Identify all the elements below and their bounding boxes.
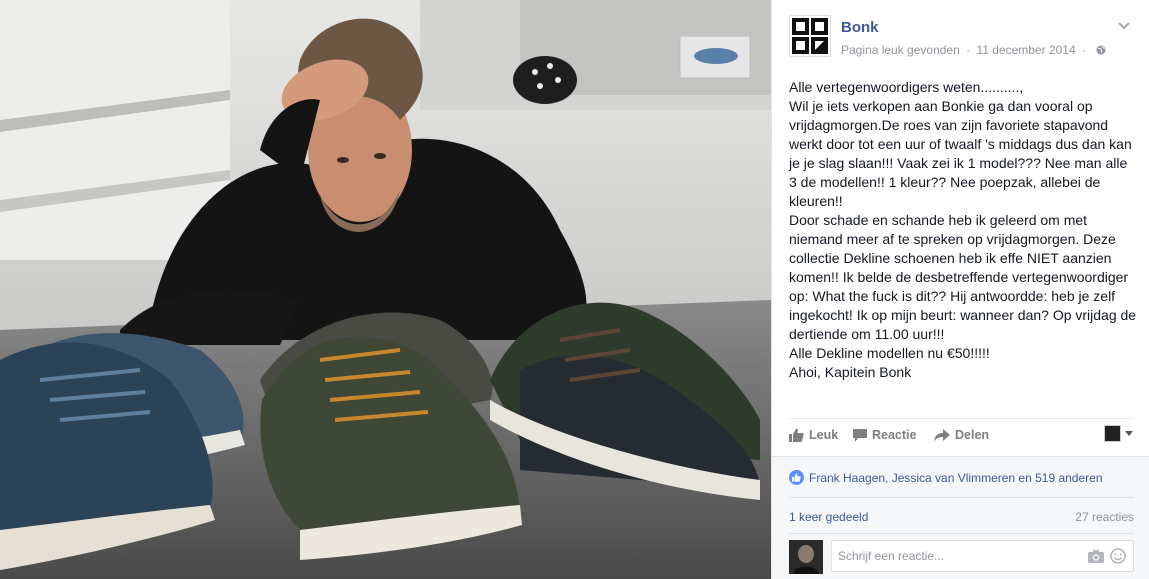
post-date-link[interactable]: 11 december 2014 (976, 43, 1075, 57)
post-as-selector[interactable] (1104, 424, 1134, 442)
share-label: Delen (955, 428, 990, 442)
post-paragraph: Alle vertegenwoordigers weten.........., (789, 79, 1024, 95)
photo-viewer: Bonk Pagina leuk gevonden · 11 december … (0, 0, 1149, 579)
globe-icon[interactable] (1096, 45, 1106, 55)
page-name-link[interactable]: Bonk (841, 19, 879, 36)
divider (789, 497, 1134, 498)
camera-icon[interactable] (1088, 549, 1104, 563)
post-paragraph: Door schade en schande heb ik geleerd om… (789, 212, 1137, 342)
divider (789, 533, 1134, 534)
emoji-icon[interactable] (1110, 548, 1126, 564)
bonk-logo-icon (790, 16, 830, 56)
comment-composer (789, 540, 1134, 574)
likers-text: Frank Haagen, Jessica van Vlimmeren en 5… (809, 470, 1103, 485)
feedback-section: Frank Haagen, Jessica van Vlimmeren en 5… (772, 456, 1149, 579)
post-paragraph: Alle Dekline modellen nu €50!!!!! (789, 345, 990, 361)
post-panel: Bonk Pagina leuk gevonden · 11 december … (771, 0, 1149, 579)
like-button[interactable]: Leuk (789, 428, 838, 442)
like-badge-icon (789, 470, 804, 485)
comments-count-link[interactable]: 27 reacties (1075, 510, 1134, 524)
viewer-avatar (1104, 424, 1121, 442)
meta-action: Pagina leuk gevonden (841, 43, 960, 57)
post-photo[interactable] (0, 0, 771, 579)
share-button[interactable]: Delen (934, 428, 989, 442)
post-paragraph: Ahoi, Kapitein Bonk (789, 364, 912, 380)
photo-illustration (0, 0, 771, 579)
caret-down-icon (1125, 430, 1133, 436)
comment-button[interactable]: Reactie (853, 428, 916, 442)
thumbs-up-icon (789, 428, 804, 442)
post-header: Bonk Pagina leuk gevonden · 11 december … (789, 15, 1134, 61)
meta-separator: · (966, 43, 971, 57)
comment-icon (853, 428, 867, 442)
post-meta: Pagina leuk gevonden · 11 december 2014 … (841, 43, 1106, 57)
comment-label: Reactie (872, 428, 917, 442)
like-label: Leuk (809, 428, 839, 442)
chevron-down-icon[interactable] (1116, 17, 1132, 33)
share-arrow-icon (934, 428, 950, 442)
shares-link[interactable]: 1 keer gedeeld (789, 510, 868, 524)
page-avatar[interactable] (789, 15, 831, 57)
user-avatar[interactable] (789, 540, 823, 574)
post-actions-bar: Leuk Reactie Delen (789, 418, 1134, 454)
post-paragraph: Wil je iets verkopen aan Bonkie ga dan v… (789, 98, 1132, 209)
likers-summary[interactable]: Frank Haagen, Jessica van Vlimmeren en 5… (789, 470, 1103, 485)
post-message: Alle vertegenwoordigers weten..........,… (789, 78, 1137, 382)
meta-separator: · (1081, 43, 1086, 57)
